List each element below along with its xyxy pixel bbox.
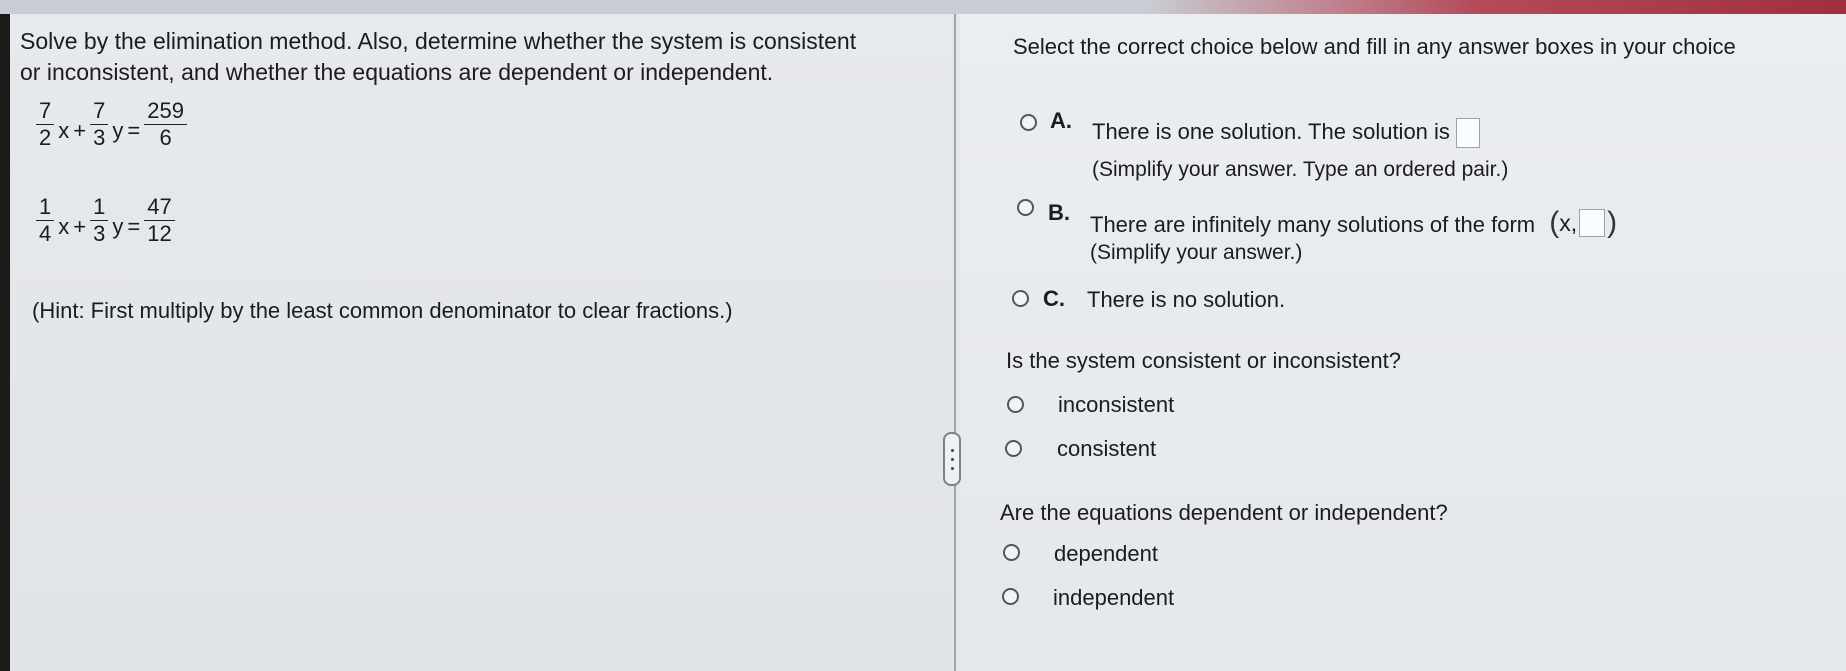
eq1-coef-y: 73 <box>90 98 109 151</box>
option-b-note: (Simplify your answer.) <box>1090 241 1303 264</box>
equation-2: 14 x + 13 y = 47 12 <box>34 194 177 247</box>
option-a-text: There is one solution. The solution is <box>1092 118 1480 148</box>
top-accent-bar <box>0 0 1846 14</box>
option-a-radio[interactable] <box>1020 114 1037 131</box>
dependence-question: Are the equations dependent or independe… <box>1000 500 1448 525</box>
answer-prompt: Select the correct choice below and fill… <box>1013 34 1736 59</box>
solution-answer-box[interactable] <box>1455 118 1480 148</box>
option-c-radio[interactable] <box>1012 290 1029 307</box>
independent-label: independent <box>1053 585 1175 610</box>
inconsistent-label: inconsistent <box>1058 392 1175 417</box>
dependent-label: dependent <box>1054 541 1158 566</box>
eq2-constant: 47 12 <box>144 194 175 247</box>
eq1-coef-x: 72 <box>36 98 55 151</box>
ordered-pair-template: (x,) <box>1549 206 1618 239</box>
consistent-label: consistent <box>1057 436 1157 461</box>
dependent-radio[interactable] <box>1003 544 1020 561</box>
eq2-coef-x: 14 <box>36 194 55 247</box>
equation-1: 72 x + 73 y = 259 6 <box>34 98 189 151</box>
screen-edge <box>0 0 10 671</box>
option-a-note: (Simplify your answer. Type an ordered p… <box>1092 158 1509 181</box>
y-expression-answer-box[interactable] <box>1579 209 1606 237</box>
option-a-letter: A. <box>1050 108 1072 133</box>
option-b-radio[interactable] <box>1017 199 1034 216</box>
hint-text: (Hint: First multiply by the least commo… <box>32 298 733 323</box>
pane-resize-handle[interactable] <box>943 432 961 486</box>
inconsistent-radio[interactable] <box>1007 396 1024 413</box>
option-c-letter: C. <box>1043 286 1065 311</box>
option-b-letter: B. <box>1048 200 1070 225</box>
instructions-line-1: Solve by the elimination method. Also, d… <box>20 28 857 54</box>
option-b-text: There are infinitely many solutions of t… <box>1090 206 1618 239</box>
option-c-text: There is no solution. <box>1087 287 1286 312</box>
consistency-question: Is the system consistent or inconsistent… <box>1006 348 1401 373</box>
consistent-radio[interactable] <box>1005 440 1022 457</box>
problem-instructions: Solve by the elimination method. Also, d… <box>20 26 920 88</box>
eq2-coef-y: 13 <box>90 194 109 247</box>
eq1-constant: 259 6 <box>144 98 187 151</box>
answer-pane <box>960 14 1846 671</box>
instructions-line-2: or inconsistent, and whether the equatio… <box>20 59 774 85</box>
pane-divider <box>954 14 956 671</box>
independent-radio[interactable] <box>1002 588 1019 605</box>
